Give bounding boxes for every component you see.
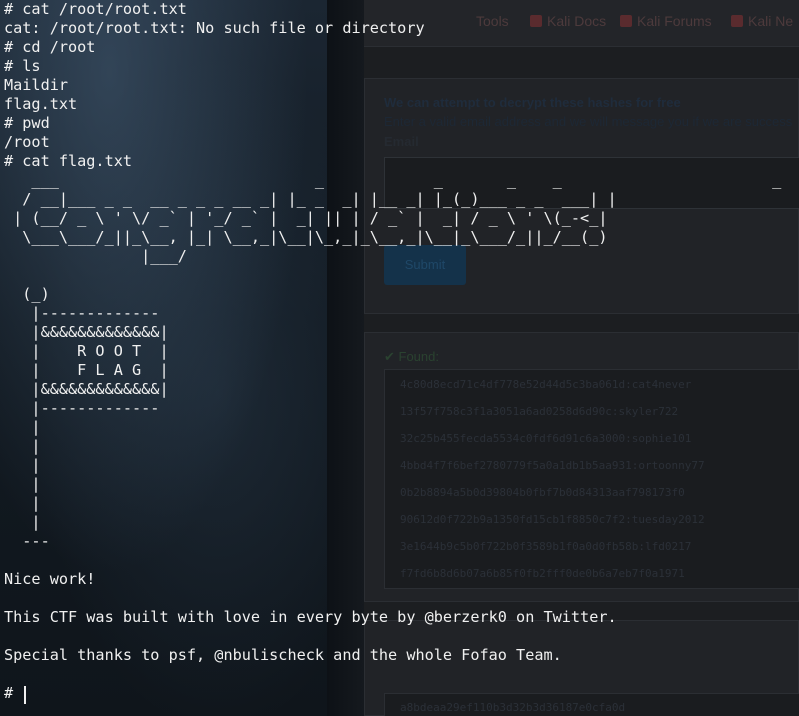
desktop-screen: Tools Kali Docs Kali Forums Kali Ne We c… [0,0,799,716]
ascii-flag-line: |------------- [4,399,160,417]
terminal-line: /root [4,133,50,151]
terminal-window[interactable]: # cat /root/root.txt cat: /root/root.txt… [0,0,799,716]
ascii-flag-line: --- [4,532,50,550]
ascii-flag-line: |&&&&&&&&&&&&&| [4,380,169,398]
ascii-flag-line: | [4,456,41,474]
ascii-flag-line: | [4,437,41,455]
ascii-banner-line: / __|___ _ _ __ _ _ _ __ _| |_ _ _| |__ … [4,190,617,208]
terminal-line: flag.txt [4,95,78,113]
text-cursor [24,686,26,704]
ascii-flag-line: |&&&&&&&&&&&&&| [4,323,169,341]
terminal-line: # cat /root/root.txt [4,0,187,18]
ascii-flag-line: (_) [4,285,50,303]
ascii-flag-line: | [4,513,41,531]
terminal-line: Maildir [4,76,69,94]
ascii-flag-line: | [4,494,41,512]
terminal-line: Special thanks to psf, @nbulischeck and … [4,646,562,664]
ascii-banner-line: ___ _ _ _ _ _ [4,171,782,189]
ascii-flag-line: | [4,418,41,436]
terminal-line: cat: /root/root.txt: No such file or dir… [4,19,425,37]
ascii-flag-line: | R O O T | [4,342,169,360]
ascii-banner-line: |___/ [4,247,187,265]
ascii-flag-line: | F L A G | [4,361,169,379]
terminal-line: This CTF was built with love in every by… [4,608,617,626]
ascii-flag-line: |------------- [4,304,160,322]
terminal-prompt[interactable]: # [4,684,22,703]
ascii-flag-line: | [4,475,41,493]
ascii-banner-line: | (__/ _ \ ' \/ _` | '_/ _` | _| || | / … [4,209,608,227]
terminal-line: # ls [4,57,41,75]
terminal-line: # cat flag.txt [4,152,133,170]
terminal-line: # cd /root [4,38,96,56]
terminal-line: Nice work! [4,570,96,588]
ascii-banner-line: \___\___/_||_\__, |_| \__,_|\__|\_,_|_\_… [4,228,608,246]
terminal-line: # pwd [4,114,50,132]
